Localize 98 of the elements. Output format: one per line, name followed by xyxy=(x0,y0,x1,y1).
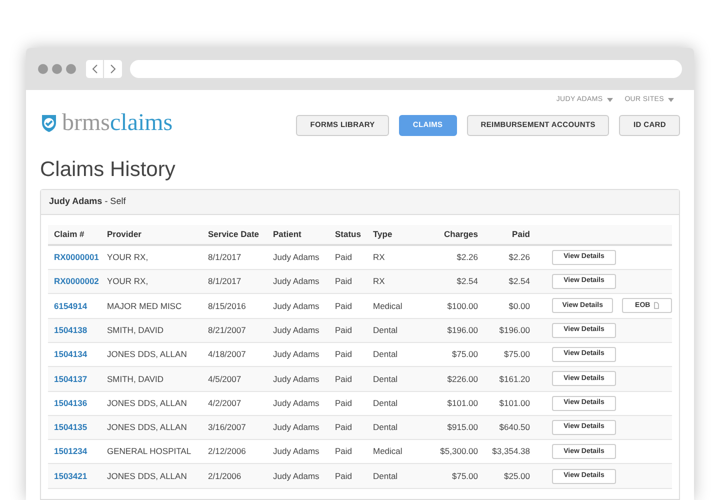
table-cell: 2/12/2006 xyxy=(208,446,246,456)
table-cell: 4/2/2007 xyxy=(208,398,242,408)
window-dots-icon xyxy=(38,64,76,74)
table-cell: Dental xyxy=(373,398,398,408)
document-icon xyxy=(654,302,660,310)
table-cell: Paid xyxy=(335,324,352,335)
table-cell: $2.26 xyxy=(456,252,478,262)
table-cell: Dental xyxy=(373,349,398,360)
table-cell: 3/16/2007 xyxy=(208,422,246,432)
table-cell: $915.00 xyxy=(447,422,478,432)
column-header: Service Date xyxy=(208,228,260,239)
table-cell: 4/5/2007 xyxy=(208,374,242,384)
table-cell: Judy Adams xyxy=(273,446,320,456)
table-cell: $2.54 xyxy=(456,276,478,286)
table-cell: $101.00 xyxy=(499,398,530,408)
claim-link[interactable]: 1501234 xyxy=(54,446,88,456)
claim-link[interactable]: 1504135 xyxy=(54,422,88,432)
table-cell: Judy Adams xyxy=(273,422,320,432)
brand-logo: brmsclaims xyxy=(62,110,173,134)
column-header: Patient xyxy=(273,228,302,239)
table-cell: RX xyxy=(373,276,385,286)
table-cell: JONES DDS, ALLAN xyxy=(107,470,187,481)
column-header: Provider xyxy=(107,228,142,239)
table-cell: Paid xyxy=(335,374,352,384)
chevron-left-icon xyxy=(92,64,98,74)
table-cell: $640.50 xyxy=(499,422,530,432)
claim-link[interactable]: 1504138 xyxy=(54,324,88,335)
table-cell: SMITH, DAVID xyxy=(107,324,164,335)
table-cell: $161.20 xyxy=(499,374,530,384)
table-cell: $196.00 xyxy=(499,324,530,335)
table-cell: Judy Adams xyxy=(273,398,320,408)
table-cell: JONES DDS, ALLAN xyxy=(107,422,187,432)
table-cell: 8/1/2017 xyxy=(208,276,242,286)
table-cell: Paid xyxy=(335,470,352,481)
table-cell: Judy Adams xyxy=(273,252,320,262)
panel-heading: Judy Adams - Self xyxy=(49,195,126,208)
table-cell: JONES DDS, ALLAN xyxy=(107,398,187,408)
claim-link[interactable]: 1504134 xyxy=(54,349,88,360)
table-cell: RX xyxy=(373,252,385,262)
table-cell: $25.00 xyxy=(504,470,530,481)
table-cell: Dental xyxy=(373,470,398,481)
table-cell: YOUR RX, xyxy=(107,276,148,286)
table-cell: Dental xyxy=(373,374,398,384)
caret-icon xyxy=(606,98,613,102)
claim-link[interactable]: 1503421 xyxy=(54,470,88,481)
claim-link[interactable]: RX0000001 xyxy=(54,252,99,262)
table-cell: 8/15/2016 xyxy=(208,300,246,311)
table-cell: SMITH, DAVID xyxy=(107,374,164,384)
table-cell: 4/18/2007 xyxy=(208,349,246,360)
table-cell: Paid xyxy=(335,300,352,311)
table-cell: $2.54 xyxy=(508,276,530,286)
column-header: Status xyxy=(335,228,361,239)
table-cell: Paid xyxy=(335,349,352,360)
table-cell: Dental xyxy=(373,422,398,432)
table-cell: YOUR RX, xyxy=(107,252,148,262)
table-cell: Judy Adams xyxy=(273,324,320,335)
table-cell: MAJOR MED MISC xyxy=(107,300,182,311)
table-cell: Paid xyxy=(335,398,352,408)
table-cell: GENERAL HOSPITAL xyxy=(107,446,192,456)
table-cell: Medical xyxy=(373,300,402,311)
table-cell: Judy Adams xyxy=(273,300,320,311)
table-cell: Judy Adams xyxy=(273,374,320,384)
column-header: Type xyxy=(373,228,392,239)
table-cell: $75.00 xyxy=(452,470,478,481)
table-cell: $196.00 xyxy=(447,324,478,335)
table-cell: 8/1/2017 xyxy=(208,252,242,262)
column-header: Charges xyxy=(444,228,478,239)
page-title: Claims History xyxy=(40,156,176,182)
shield-check-icon xyxy=(39,112,59,132)
table-cell: JONES DDS, ALLAN xyxy=(107,349,187,360)
table-cell: Paid xyxy=(335,446,352,456)
table-cell: $75.00 xyxy=(504,349,530,360)
table-cell: $3,354.38 xyxy=(492,446,530,456)
table-cell: Medical xyxy=(373,446,402,456)
table-cell: Judy Adams xyxy=(273,276,320,286)
table-cell: $101.00 xyxy=(447,398,478,408)
column-header: Paid xyxy=(512,228,530,239)
claim-link[interactable]: 1504137 xyxy=(54,374,88,384)
table-cell: Paid xyxy=(335,422,352,432)
caret-icon xyxy=(668,98,674,102)
table-cell: Judy Adams xyxy=(273,349,320,360)
table-cell: 8/21/2007 xyxy=(208,324,246,335)
table-cell: Paid xyxy=(335,252,352,262)
table-cell: $226.00 xyxy=(447,374,478,384)
claim-link[interactable]: RX0000002 xyxy=(54,276,99,286)
chevron-right-icon xyxy=(110,64,116,74)
claim-link[interactable]: 6154914 xyxy=(54,300,88,311)
table-cell: $5,300.00 xyxy=(440,446,478,456)
claim-link[interactable]: 1504136 xyxy=(54,398,88,408)
table-cell: $2.26 xyxy=(508,252,530,262)
table-cell: Paid xyxy=(335,276,352,286)
column-header: Claim # xyxy=(54,228,84,239)
table-cell: $75.00 xyxy=(452,349,478,360)
table-cell: $0.00 xyxy=(508,300,530,311)
table-cell: Judy Adams xyxy=(273,470,320,481)
table-cell: Dental xyxy=(373,324,398,335)
table-cell: $100.00 xyxy=(447,300,478,311)
table-cell: 2/1/2006 xyxy=(208,470,242,481)
